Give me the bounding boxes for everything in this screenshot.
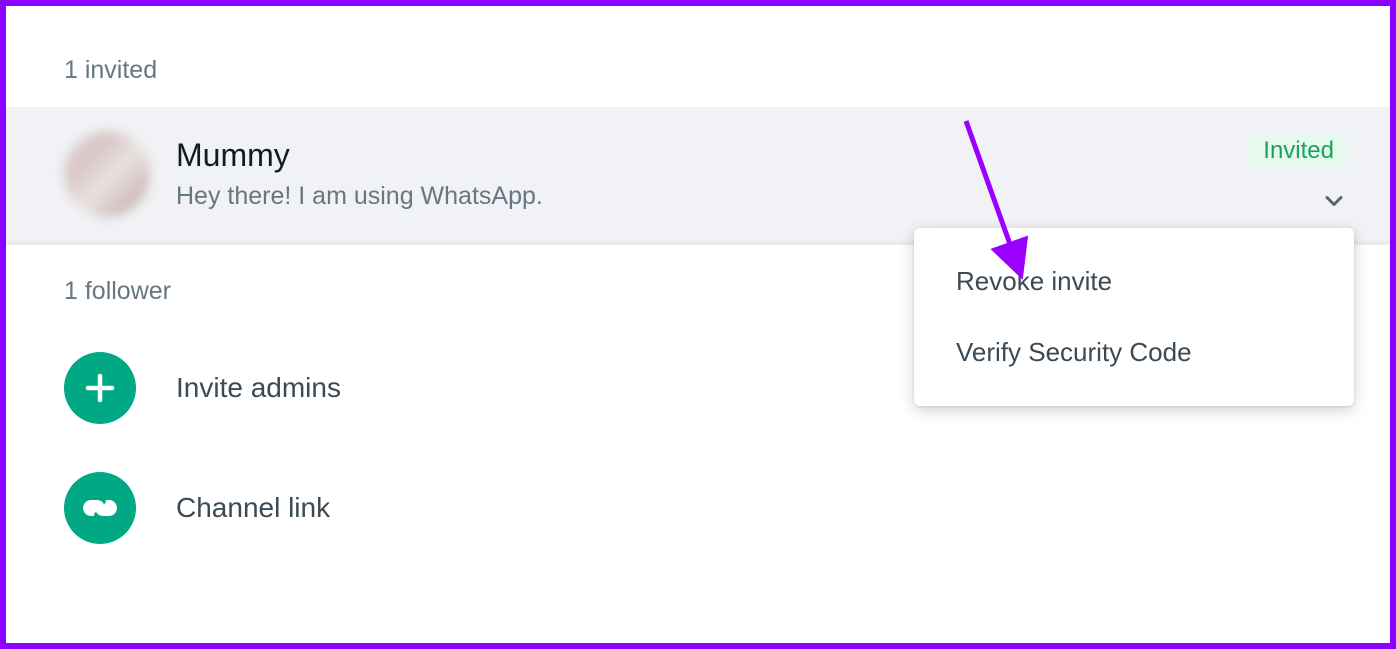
plus-icon <box>64 352 136 424</box>
contact-status: Hey there! I am using WhatsApp. <box>176 182 1249 211</box>
menu-item-verify-security-code[interactable]: Verify Security Code <box>914 317 1354 388</box>
contact-text-block: Mummy Hey there! I am using WhatsApp. <box>176 137 1249 211</box>
channel-link-row[interactable]: Channel link <box>64 448 1390 568</box>
content-area: 1 invited Mummy Hey there! I am using Wh… <box>6 6 1390 643</box>
context-menu: Revoke invite Verify Security Code <box>914 228 1354 406</box>
invited-badge: Invited <box>1249 133 1348 169</box>
link-icon <box>64 472 136 544</box>
chevron-down-icon[interactable] <box>1320 187 1348 215</box>
avatar <box>64 131 150 217</box>
channel-link-label: Channel link <box>176 492 330 524</box>
menu-item-revoke-invite[interactable]: Revoke invite <box>914 246 1354 317</box>
contact-right-column: Invited <box>1249 133 1348 215</box>
invited-contact-row[interactable]: Mummy Hey there! I am using WhatsApp. In… <box>6 107 1390 245</box>
invite-admins-label: Invite admins <box>176 372 341 404</box>
invited-section-header: 1 invited <box>6 24 1390 107</box>
app-frame: 1 invited Mummy Hey there! I am using Wh… <box>0 0 1396 649</box>
contact-name: Mummy <box>176 137 1249 174</box>
